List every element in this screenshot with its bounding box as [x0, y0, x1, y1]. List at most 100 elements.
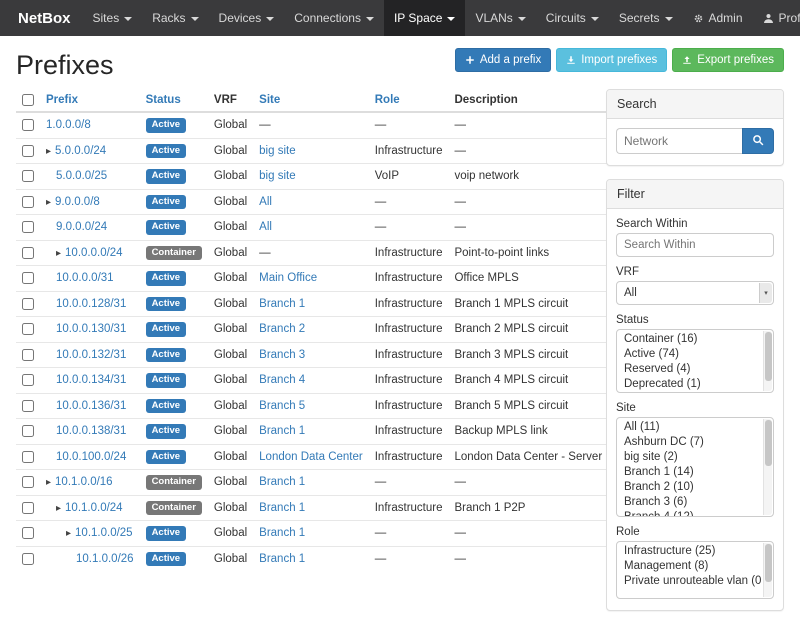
row-checkbox[interactable]: [22, 298, 34, 310]
nav-item-devices[interactable]: Devices: [209, 0, 285, 36]
prefix-link[interactable]: 10.0.0.136/31: [56, 400, 126, 412]
prefix-link[interactable]: 10.0.0.0/31: [56, 272, 114, 284]
site-link[interactable]: All: [259, 196, 272, 208]
select-option[interactable]: Branch 2 (10): [617, 480, 761, 495]
prefix-link[interactable]: 10.1.0.0/24: [65, 502, 123, 514]
row-checkbox[interactable]: [22, 553, 34, 565]
brand-logo[interactable]: NetBox: [6, 0, 83, 36]
site-link[interactable]: Main Office: [259, 272, 317, 284]
prefix-link[interactable]: 10.1.0.0/25: [75, 527, 133, 539]
column-header-prefix[interactable]: Prefix: [40, 89, 140, 112]
prefix-link[interactable]: 10.1.0.0/16: [55, 476, 113, 488]
select-option[interactable]: Management (8): [617, 559, 761, 574]
site-link[interactable]: Branch 1: [259, 502, 305, 514]
nav-item-circuits[interactable]: Circuits: [536, 0, 609, 36]
select-option[interactable]: Container (16): [617, 332, 761, 347]
select-option[interactable]: Private unrouteable vlan (0): [617, 574, 761, 589]
search-within-input[interactable]: [616, 233, 774, 257]
status-filter-select[interactable]: Container (16)Active (74)Reserved (4)Dep…: [616, 329, 774, 393]
select-all-checkbox[interactable]: [22, 94, 34, 106]
row-checkbox[interactable]: [22, 145, 34, 157]
select-option[interactable]: Infrastructure (25): [617, 544, 761, 559]
column-header-site[interactable]: Site: [253, 89, 369, 112]
prefix-link[interactable]: 9.0.0.0/24: [56, 221, 107, 233]
add-prefix-button[interactable]: Add a prefix: [455, 48, 551, 72]
row-checkbox[interactable]: [22, 323, 34, 335]
row-checkbox[interactable]: [22, 527, 34, 539]
nav-item-admin[interactable]: Admin: [683, 0, 753, 36]
prefix-link[interactable]: 5.0.0.0/25: [56, 170, 107, 182]
site-link[interactable]: Branch 1: [259, 476, 305, 488]
expand-caret-icon[interactable]: ▸: [56, 248, 61, 259]
nav-item-secrets[interactable]: Secrets: [609, 0, 683, 36]
nav-item-racks[interactable]: Racks: [142, 0, 208, 36]
nav-item-sites[interactable]: Sites: [83, 0, 143, 36]
row-checkbox[interactable]: [22, 170, 34, 182]
expand-caret-icon[interactable]: ▸: [46, 197, 51, 208]
expand-caret-icon[interactable]: ▸: [46, 146, 51, 157]
nav-item-vlans[interactable]: VLANs: [465, 0, 535, 36]
site-select-scrollbar[interactable]: [763, 419, 772, 515]
row-checkbox[interactable]: [22, 349, 34, 361]
site-link[interactable]: All: [259, 221, 272, 233]
site-link[interactable]: Branch 1: [259, 527, 305, 539]
row-checkbox[interactable]: [22, 247, 34, 259]
role-filter-select[interactable]: Infrastructure (25)Management (8)Private…: [616, 541, 774, 599]
select-option[interactable]: Branch 4 (12): [617, 510, 761, 517]
select-option[interactable]: All (11): [617, 420, 761, 435]
row-checkbox[interactable]: [22, 451, 34, 463]
prefix-link[interactable]: 10.0.0.132/31: [56, 349, 126, 361]
site-link[interactable]: Branch 4: [259, 374, 305, 386]
prefix-link[interactable]: 5.0.0.0/24: [55, 145, 106, 157]
prefix-link[interactable]: 10.0.0.138/31: [56, 425, 126, 437]
select-option[interactable]: big site (2): [617, 450, 761, 465]
select-option[interactable]: Branch 1 (14): [617, 465, 761, 480]
import-prefixes-button[interactable]: Import prefixes: [556, 48, 667, 72]
prefix-link[interactable]: 9.0.0.0/8: [55, 196, 100, 208]
row-checkbox[interactable]: [22, 502, 34, 514]
site-link[interactable]: big site: [259, 170, 295, 182]
vrf-select[interactable]: All ▾: [616, 281, 774, 305]
prefix-link[interactable]: 10.0.0.0/24: [65, 247, 123, 259]
row-checkbox[interactable]: [22, 374, 34, 386]
row-checkbox[interactable]: [22, 272, 34, 284]
site-link[interactable]: Branch 1: [259, 553, 305, 565]
prefix-link[interactable]: 10.0.0.130/31: [56, 323, 126, 335]
prefix-link[interactable]: 10.1.0.0/26: [76, 553, 134, 565]
nav-item-connections[interactable]: Connections: [284, 0, 384, 36]
export-prefixes-button[interactable]: Export prefixes: [672, 48, 784, 72]
column-header-status[interactable]: Status: [140, 89, 208, 112]
row-checkbox[interactable]: [22, 196, 34, 208]
select-option[interactable]: Deprecated (1): [617, 377, 761, 392]
site-link[interactable]: Branch 1: [259, 425, 305, 437]
select-option[interactable]: Active (74): [617, 347, 761, 362]
search-input[interactable]: [616, 128, 742, 154]
column-header-role[interactable]: Role: [369, 89, 449, 112]
select-option[interactable]: Ashburn DC (7): [617, 435, 761, 450]
site-link[interactable]: Branch 2: [259, 323, 305, 335]
nav-item-profile[interactable]: Profile: [753, 0, 800, 36]
site-link[interactable]: big site: [259, 145, 295, 157]
select-option[interactable]: Branch 3 (6): [617, 495, 761, 510]
status-select-scrollbar[interactable]: [763, 331, 772, 391]
search-button[interactable]: [742, 128, 774, 154]
site-link[interactable]: Branch 5: [259, 400, 305, 412]
site-link[interactable]: Branch 3: [259, 349, 305, 361]
expand-caret-icon[interactable]: ▸: [66, 528, 71, 539]
role-select-scrollbar[interactable]: [763, 543, 772, 597]
expand-caret-icon[interactable]: ▸: [56, 503, 61, 514]
site-link[interactable]: Branch 1: [259, 298, 305, 310]
expand-caret-icon[interactable]: ▸: [46, 477, 51, 488]
prefix-link[interactable]: 1.0.0.0/8: [46, 119, 91, 131]
prefix-link[interactable]: 10.0.0.128/31: [56, 298, 126, 310]
row-checkbox[interactable]: [22, 119, 34, 131]
row-checkbox[interactable]: [22, 400, 34, 412]
nav-item-ip-space[interactable]: IP Space: [384, 0, 465, 36]
site-link[interactable]: London Data Center: [259, 451, 363, 463]
row-checkbox[interactable]: [22, 476, 34, 488]
site-filter-select[interactable]: All (11)Ashburn DC (7)big site (2)Branch…: [616, 417, 774, 517]
row-checkbox[interactable]: [22, 425, 34, 437]
select-option[interactable]: Reserved (4): [617, 362, 761, 377]
row-checkbox[interactable]: [22, 221, 34, 233]
prefix-link[interactable]: 10.0.0.134/31: [56, 374, 126, 386]
